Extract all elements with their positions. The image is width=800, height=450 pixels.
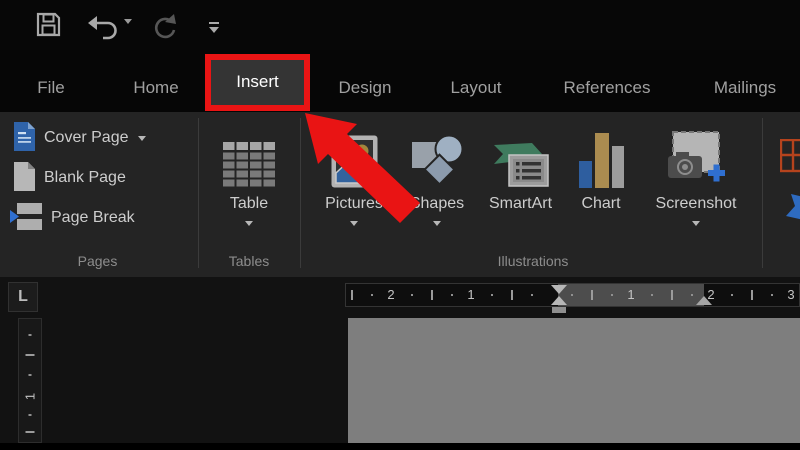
- tab-design[interactable]: Design: [328, 64, 402, 112]
- ribbon: Cover Page Blank Page Page Break: [0, 112, 800, 277]
- ruler-tick: [411, 294, 413, 296]
- ruler-tick: [351, 290, 353, 300]
- group-label-pages: Pages: [40, 253, 155, 269]
- left-indent-marker[interactable]: [552, 307, 566, 313]
- redo-icon: [151, 27, 177, 42]
- shapes-button[interactable]: Shapes: [400, 118, 474, 268]
- customize-quick-access-button[interactable]: [207, 20, 221, 38]
- customize-toolbar-icon: [207, 23, 221, 38]
- shapes-icon: [410, 124, 464, 188]
- blank-page-icon: [14, 162, 35, 194]
- pictures-button[interactable]: Pictures: [312, 118, 396, 268]
- ruler-tick: [371, 294, 373, 296]
- ruler-tick: [29, 334, 32, 336]
- right-indent-marker[interactable]: [696, 296, 712, 305]
- ruler-tick: [531, 294, 533, 296]
- document-page[interactable]: [348, 318, 800, 443]
- document-area: L 2 1 1 2 3: [0, 277, 800, 443]
- page-break-button[interactable]: Page Break: [10, 200, 135, 236]
- ruler-tick: [771, 294, 773, 296]
- ruler-tick: [671, 290, 673, 300]
- tab-file[interactable]: File: [28, 64, 74, 112]
- chevron-down-icon: [245, 221, 253, 226]
- pictures-icon: [331, 124, 378, 188]
- ruler-tick: [611, 294, 613, 296]
- ruler-number: 1: [627, 287, 634, 302]
- ruler-tick: [451, 294, 453, 296]
- shapes-label: Shapes: [410, 195, 464, 213]
- chevron-down-icon: [433, 221, 441, 226]
- horizontal-ruler[interactable]: 2 1 1 2 3: [345, 283, 800, 307]
- redo-button[interactable]: [151, 13, 177, 42]
- cover-page-button[interactable]: Cover Page: [14, 120, 146, 156]
- ruler-number: 3: [787, 287, 794, 302]
- undo-dropdown-button[interactable]: [124, 24, 132, 39]
- group-separator: [198, 118, 199, 268]
- ruler-number: 2: [387, 287, 394, 302]
- bottom-bar: [0, 443, 800, 450]
- cover-page-label: Cover Page: [44, 129, 129, 147]
- group-label-tables: Tables: [210, 253, 288, 269]
- tab-mailings[interactable]: Mailings: [698, 64, 792, 112]
- first-line-indent-marker[interactable]: [551, 285, 567, 294]
- ruler-number: 1: [467, 287, 474, 302]
- pictures-label: Pictures: [325, 195, 383, 213]
- vertical-ruler[interactable]: 1: [18, 318, 42, 443]
- table-label: Table: [230, 195, 268, 213]
- smartart-label: SmartArt: [489, 195, 552, 213]
- tab-layout[interactable]: Layout: [438, 64, 514, 112]
- blank-page-label: Blank Page: [44, 169, 126, 187]
- table-button[interactable]: Table: [210, 118, 288, 268]
- cover-page-icon: [14, 122, 35, 154]
- chevron-down-icon: [692, 221, 700, 226]
- save-button[interactable]: [35, 11, 62, 41]
- ruler-tick: [431, 290, 433, 300]
- ruler-tick: [26, 431, 35, 433]
- tab-stop-selector[interactable]: L: [8, 282, 38, 312]
- tab-home[interactable]: Home: [123, 64, 189, 112]
- hanging-indent-marker[interactable]: [551, 296, 567, 305]
- ruler-tick: [491, 294, 493, 296]
- word-window: File Home Insert Design Layout Reference…: [0, 0, 800, 450]
- smartart-button[interactable]: SmartArt: [477, 118, 564, 268]
- table-icon: [223, 124, 275, 188]
- screenshot-icon: [667, 124, 725, 188]
- screenshot-button[interactable]: Screenshot: [640, 118, 752, 268]
- ruler-number: 1: [23, 393, 38, 400]
- chevron-down-icon: [124, 19, 132, 39]
- tab-insert[interactable]: Insert: [211, 55, 304, 108]
- addins-partial-button-2[interactable]: [786, 194, 800, 223]
- ribbon-tab-bar: File Home Insert Design Layout Reference…: [0, 50, 800, 112]
- ruler-tick: [691, 294, 693, 296]
- group-separator: [300, 118, 301, 268]
- page-break-icon: [10, 201, 42, 235]
- chart-label: Chart: [581, 195, 620, 213]
- screenshot-label: Screenshot: [656, 195, 737, 213]
- blank-page-button[interactable]: Blank Page: [14, 160, 126, 196]
- ruler-tick: [751, 290, 753, 300]
- ruler-tick: [651, 294, 653, 296]
- ruler-tick: [591, 290, 593, 300]
- tab-references[interactable]: References: [551, 64, 663, 112]
- chevron-down-icon: [138, 136, 146, 141]
- undo-icon: [88, 28, 120, 43]
- ruler-tick: [29, 414, 32, 416]
- chart-icon: [577, 124, 625, 188]
- group-separator: [762, 118, 763, 268]
- chevron-down-icon: [350, 221, 358, 226]
- blue-shape-icon: [786, 208, 800, 223]
- ruler-tick: [511, 290, 513, 300]
- ruler-tick: [29, 374, 32, 376]
- chart-button[interactable]: Chart: [567, 118, 635, 268]
- smartart-icon: [492, 124, 550, 188]
- grid-icon: [780, 161, 800, 176]
- save-icon: [35, 26, 62, 41]
- group-label-illustrations: Illustrations: [433, 253, 633, 269]
- ruler-tick: [731, 294, 733, 296]
- page-break-label: Page Break: [51, 209, 135, 227]
- addins-partial-button[interactable]: [780, 139, 800, 176]
- undo-button[interactable]: [88, 14, 120, 43]
- ruler-tick: [571, 294, 573, 296]
- ruler-tick: [26, 354, 35, 356]
